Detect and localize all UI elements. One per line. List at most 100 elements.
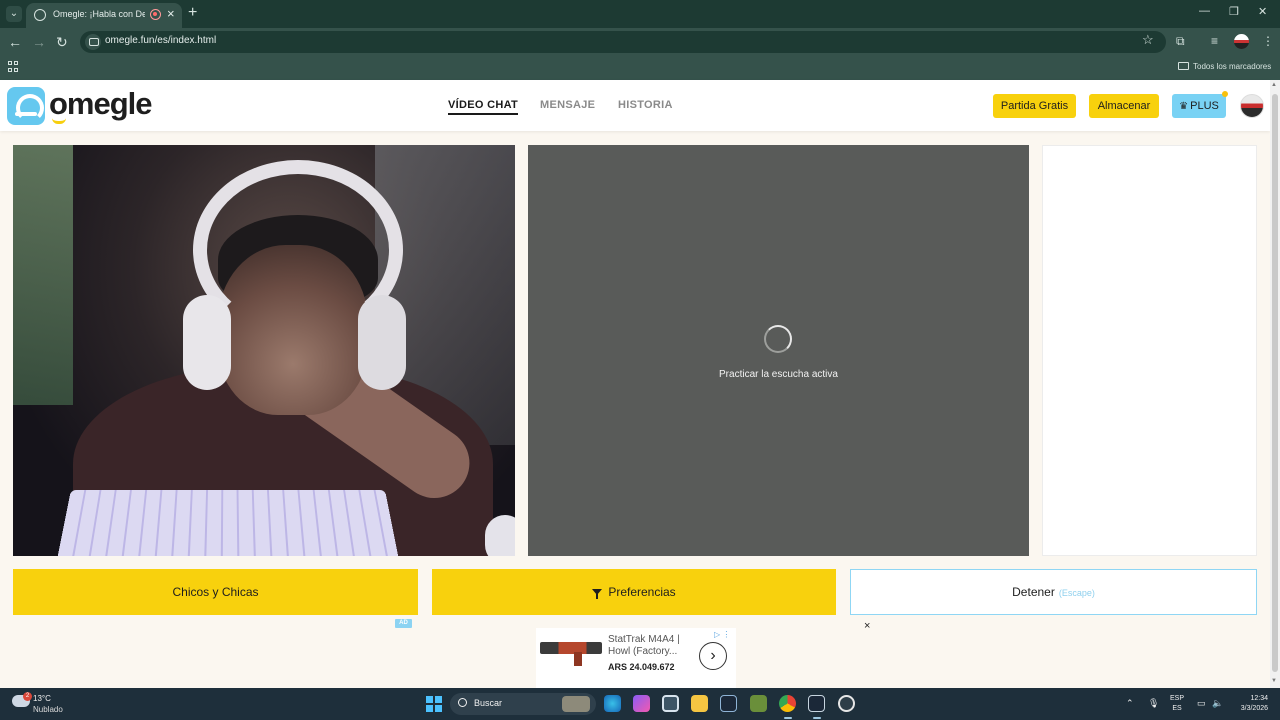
favicon-icon: [34, 9, 46, 21]
file-explorer-icon[interactable]: [691, 695, 708, 712]
escape-hint: (Escape): [1058, 588, 1095, 598]
browser-tabstrip: ⌄ Omegle: ¡Habla con Descon × + — ❐ ✕: [0, 0, 1280, 28]
store-icon[interactable]: [662, 695, 679, 712]
chrome-active-indicator: [784, 717, 792, 719]
filter-icon: [592, 589, 603, 599]
apps-icon[interactable]: [8, 61, 19, 72]
scroll-up-icon[interactable]: ▲: [1271, 82, 1277, 88]
plus-button[interactable]: ♛ PLUS: [1172, 91, 1228, 118]
copilot-icon[interactable]: [633, 695, 650, 712]
search-icon: [458, 698, 467, 707]
menu-icon[interactable]: ⋮: [1262, 34, 1274, 48]
recording-icon: [150, 9, 161, 20]
site-header: omegle VÍDEO CHAT MENSAJE HISTORIA Parti…: [0, 80, 1270, 131]
new-tab-icon[interactable]: +: [188, 4, 197, 22]
tab-close-icon[interactable]: ×: [167, 6, 175, 21]
microphone-icon[interactable]: 🎙: [1148, 698, 1159, 709]
steam-active-indicator: [813, 717, 821, 719]
network-icon[interactable]: ▭: [1197, 698, 1206, 709]
language-bottom: ES: [1172, 705, 1182, 712]
mouse: [485, 515, 515, 556]
free-match-button[interactable]: Partida Gratis: [993, 94, 1076, 118]
video-background-wall: [13, 145, 73, 405]
page-content: omegle VÍDEO CHAT MENSAJE HISTORIA Parti…: [0, 80, 1270, 688]
taskbar-clock[interactable]: 12:34 3/3/2026: [1230, 694, 1268, 714]
taskbar-search[interactable]: Buscar: [450, 693, 596, 715]
local-video: [13, 145, 515, 556]
headphones-right-cup: [358, 295, 406, 390]
nav-history[interactable]: HISTORIA: [618, 99, 673, 111]
restore-icon[interactable]: ❐: [1229, 5, 1239, 18]
logo-smile-icon: [52, 118, 66, 124]
address-bar[interactable]: omegle.fun/es/index.html ☆: [80, 31, 1166, 53]
omegle-logo-icon[interactable]: [7, 87, 45, 125]
clock-time: 12:34: [1250, 695, 1268, 702]
ad-price: ARS 24.049.672: [608, 662, 675, 672]
site-info-icon[interactable]: [85, 34, 101, 50]
gender-filter-button[interactable]: Chicos y Chicas: [13, 569, 418, 615]
page-scrollbar[interactable]: ▲ ▼: [1270, 80, 1280, 688]
stop-button[interactable]: Detener (Escape): [850, 569, 1257, 615]
plus-label: PLUS: [1190, 100, 1219, 112]
nav-message[interactable]: MENSAJE: [540, 99, 595, 111]
stop-label: Detener: [1012, 585, 1055, 599]
browser-tab[interactable]: Omegle: ¡Habla con Descon ×: [26, 3, 182, 28]
chat-side-panel: [1042, 145, 1257, 556]
weather-badge: 2: [23, 692, 32, 701]
extensions-icon[interactable]: ⧉: [1176, 34, 1185, 49]
remote-status-text: Practicar la escucha activa: [719, 369, 838, 380]
close-window-icon[interactable]: ✕: [1258, 5, 1267, 18]
browser-profile-avatar[interactable]: [1234, 34, 1249, 49]
user-avatar[interactable]: [1240, 94, 1264, 118]
notification-dot: [1222, 91, 1228, 97]
steam-icon[interactable]: [720, 695, 737, 712]
rifle-image: [540, 642, 602, 666]
minimize-icon[interactable]: —: [1199, 5, 1210, 17]
tray-overflow-icon[interactable]: ⌃: [1126, 698, 1134, 709]
ad-choices-icon[interactable]: ▷ ⋮: [714, 630, 730, 639]
tab-title: Omegle: ¡Habla con Descon: [53, 9, 145, 19]
chrome-icon[interactable]: [779, 695, 796, 712]
reload-icon[interactable]: ↻: [56, 34, 68, 51]
volume-icon[interactable]: 🔈: [1212, 698, 1223, 709]
all-bookmarks-link[interactable]: Todos los marcadores: [1193, 62, 1271, 71]
start-windows-icon[interactable]: [426, 696, 442, 712]
language-top: ESP: [1170, 695, 1185, 702]
bookmark-star-icon[interactable]: ☆: [1142, 32, 1154, 48]
browser-toolbar: ← → ↻ omegle.fun/es/index.html ☆ ⧉ ≡ ⋮: [0, 28, 1280, 56]
bookmarks-bar: Todos los marcadores: [0, 56, 1280, 80]
weather-temperature[interactable]: 13°C: [33, 694, 51, 703]
obs-icon[interactable]: [838, 695, 855, 712]
preferences-label: Preferencias: [608, 585, 676, 599]
ad-close-icon[interactable]: ×: [864, 620, 870, 632]
folder-icon: [1178, 62, 1189, 70]
media-icon[interactable]: ≡: [1211, 34, 1218, 48]
ad-next-icon[interactable]: ›: [699, 642, 727, 670]
edge-icon[interactable]: [604, 695, 621, 712]
logo-text[interactable]: omegle: [49, 86, 153, 122]
minecraft-icon[interactable]: [750, 695, 767, 712]
scroll-down-icon[interactable]: ▼: [1271, 678, 1277, 684]
tab-list-icon[interactable]: ⌄: [6, 6, 22, 22]
weather-description[interactable]: Nublado: [33, 705, 63, 714]
ad-card[interactable]: StatTrak M4A4 | Howl (Factory... ARS 24.…: [536, 628, 736, 688]
steam-client-icon[interactable]: [808, 695, 825, 712]
forward-icon[interactable]: →: [32, 34, 46, 50]
language-indicator[interactable]: ESP ES: [1170, 694, 1184, 714]
back-icon[interactable]: ←: [8, 34, 22, 50]
store-button[interactable]: Almacenar: [1089, 94, 1159, 118]
url-text[interactable]: omegle.fun/es/index.html: [105, 35, 216, 46]
loading-spinner-icon: [764, 325, 792, 353]
ad-title[interactable]: StatTrak M4A4 | Howl (Factory...: [608, 634, 692, 658]
preferences-button[interactable]: Preferencias: [432, 569, 836, 615]
ad-badge: AD: [395, 619, 412, 628]
remote-video: Practicar la escucha activa: [528, 145, 1029, 556]
crown-icon: ♛: [1179, 101, 1189, 112]
rgb-keyboard: [54, 489, 402, 556]
headphones-left-cup: [183, 295, 231, 390]
clock-date: 3/3/2026: [1240, 705, 1268, 712]
windows-taskbar: 2 13°C Nublado Buscar ⌃ 🎙 ESP ES ▭ 🔈 12:…: [0, 688, 1280, 720]
search-highlight-image: [562, 696, 590, 712]
scroll-thumb[interactable]: [1272, 94, 1278, 672]
nav-video-chat[interactable]: VÍDEO CHAT: [448, 99, 519, 115]
